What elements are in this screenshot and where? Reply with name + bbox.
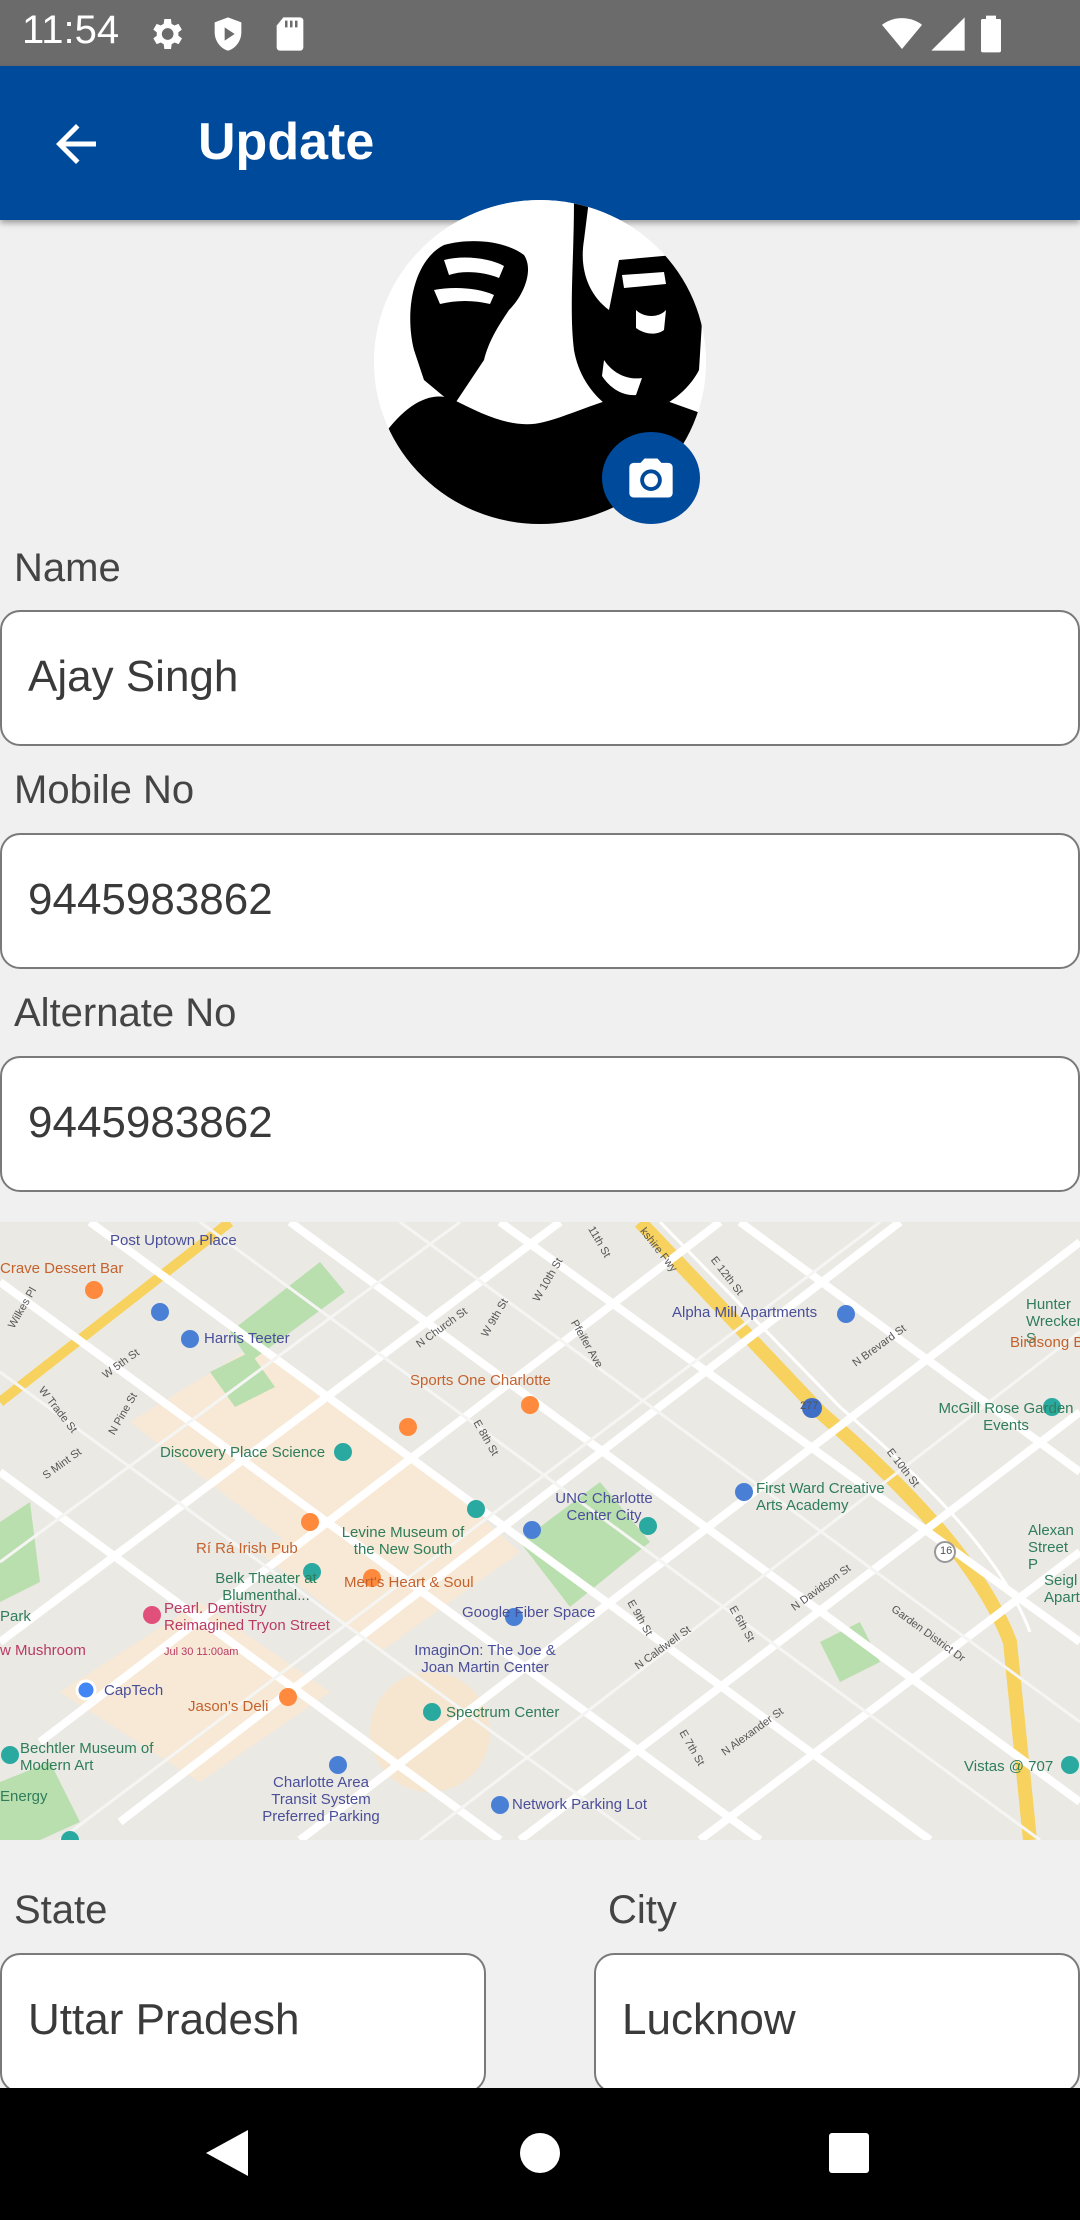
state-label: State [14,1888,108,1932]
page-title: Update [198,113,375,171]
change-photo-button[interactable] [602,432,700,524]
location-map[interactable]: .ml { position:absolute; font-family:"Li… [0,1222,1080,1840]
map-label-mcgill: McGill Rose Garden Events [938,1400,1074,1434]
battery-icon [981,15,1001,53]
map-label-ri-ra: Rí Rá Irish Pub [196,1540,298,1557]
map-label-jasons: Jason's Deli [188,1698,269,1715]
alternate-field[interactable]: 9445983862 [0,1056,1080,1192]
app-bar: Update [0,66,1080,220]
nav-back-icon[interactable] [204,2128,250,2178]
camera-icon [629,458,673,498]
map-label-energy: Energy [0,1788,48,1805]
mobile-label: Mobile No [14,768,195,812]
name-label: Name [14,546,121,590]
map-label-spectrum: Spectrum Center [446,1704,560,1721]
nav-home-icon[interactable] [518,2131,562,2175]
mobile-field[interactable]: 9445983862 [0,833,1080,969]
map-label-captech: CapTech [104,1682,164,1699]
map-label-crave: Crave Dessert Bar [0,1260,124,1277]
map-label-unc: UNC Charlotte Center City [555,1490,653,1524]
state-value: Uttar Pradesh [28,1995,300,2044]
map-shield-16: 16 [940,1545,953,1557]
map-label-alexan: Alexan Street P [1028,1522,1074,1573]
status-bar: 11:54 [0,0,1080,66]
map-label-google-fiber: Google Fiber Space [462,1604,596,1621]
map-label-seigle: Seigl Apartment [1044,1572,1080,1606]
map-label-network-parking: Network Parking Lot [512,1796,648,1813]
map-label-vistas: Vistas @ 707 [964,1758,1054,1775]
nav-recents-icon[interactable] [828,2132,870,2174]
settings-icon [153,19,182,49]
map-label-pearl: Pearl. Dentistry Reimagined Tryon Street [164,1600,330,1634]
map-label-bechtler: Bechtler Museum of Modern Art [20,1740,154,1774]
signal-icon [931,17,965,51]
map-label-levine: Levine Museum of the New South [341,1524,465,1558]
map-label-pearl-date: Jul 30 11:00am [164,1646,239,1658]
map-label-merts: Mert's Heart & Soul [344,1574,474,1591]
system-nav-bar [0,2088,1080,2220]
map-label-imaginon: ImaginOn: The Joe & Joan Martin Center [414,1642,556,1676]
map-label-post-uptown: Post Uptown Place [110,1232,237,1249]
status-time: 11:54 [22,8,120,52]
city-field[interactable]: Lucknow [594,1953,1080,2093]
back-arrow-icon[interactable] [46,114,106,174]
map-label-belk: Belk Theater at Blumenthal... [215,1570,317,1604]
city-label: City [608,1888,677,1932]
map-label-alpha-mill: Alpha Mill Apartments [672,1304,818,1321]
map-shield-277: 277 [800,1400,819,1412]
map-label-birdsong: Birdsong Brewi [1010,1334,1080,1351]
map-label-mushroom: w Mushroom [0,1642,86,1659]
mobile-value: 9445983862 [28,875,273,924]
alternate-label: Alternate No [14,991,237,1035]
name-value: Ajay Singh [28,652,239,701]
map-canvas [0,1222,1080,1840]
state-field[interactable]: Uttar Pradesh [0,1953,486,2093]
alternate-value: 9445983862 [28,1098,273,1147]
map-label-park: Park [0,1608,31,1625]
map-label-discovery: Discovery Place Science [160,1444,326,1461]
map-label-harris: Harris Teeter [204,1330,290,1347]
map-label-charlotte-transit: Charlotte Area Transit System Preferred … [262,1774,380,1825]
city-value: Lucknow [622,1995,796,2044]
name-field[interactable]: Ajay Singh [0,610,1080,746]
map-label-sports-one: Sports One Charlotte [410,1372,551,1389]
shield-icon [214,17,242,51]
sd-card-icon [276,17,304,51]
map-label-first-ward: First Ward Creative Arts Academy [756,1480,885,1514]
wifi-icon [882,18,922,49]
